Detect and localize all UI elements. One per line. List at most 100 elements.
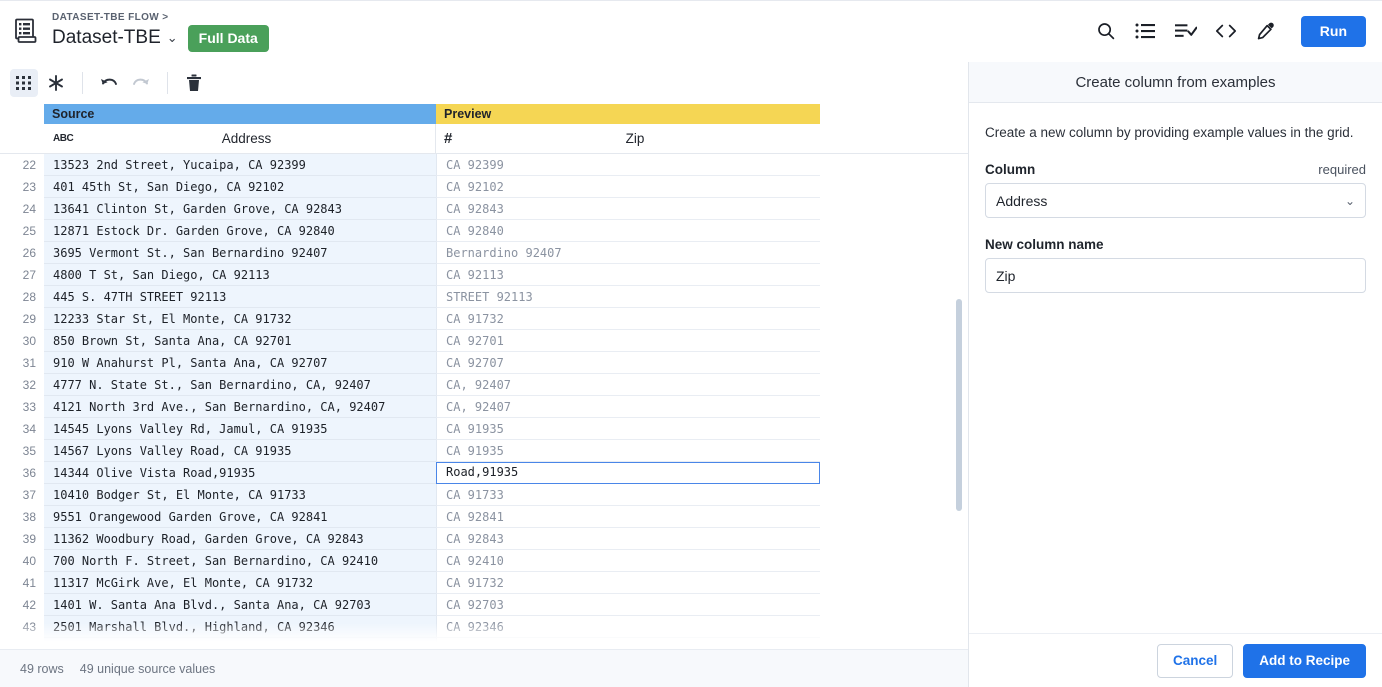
cell-source[interactable]: 9551 Orangewood Garden Grove, CA 92841 [44,506,436,528]
table-row[interactable]: 30850 Brown St, Santa Ana, CA 92701CA 92… [0,330,968,352]
cell-preview[interactable]: STREET 92113 [436,286,820,308]
grid-icon[interactable] [10,69,38,97]
table-row[interactable]: 2512871 Estock Dr. Garden Grove, CA 9284… [0,220,968,242]
cell-preview[interactable]: CA 91733 [436,484,820,506]
cell-preview[interactable]: CA 92841 [436,506,820,528]
band-source: Source [44,104,436,124]
cell-preview[interactable]: CA 92843 [436,198,820,220]
table-row[interactable]: 3514567 Lyons Valley Road, CA 91935CA 91… [0,440,968,462]
cell-source[interactable]: 2501 Marshall Blvd., Highland, CA 92346 [44,616,436,638]
new-column-name-input[interactable]: Zip [985,258,1366,293]
search-icon[interactable] [1095,20,1117,42]
cell-source[interactable]: 11362 Woodbury Road, Garden Grove, CA 92… [44,528,436,550]
list-check-icon[interactable] [1175,20,1197,42]
cell-source[interactable]: 700 North F. Street, San Bernardino, CA … [44,550,436,572]
cell-preview[interactable]: CA 92399 [436,154,820,176]
add-to-recipe-button[interactable]: Add to Recipe [1243,644,1366,678]
abc-type-icon: ABC [44,133,84,144]
table-row[interactable]: 4111317 McGirk Ave, El Monte, CA 91732CA… [0,572,968,594]
cell-source[interactable]: 10410 Bodger St, El Monte, CA 91733 [44,484,436,506]
panel-title: Create column from examples [969,62,1382,103]
cell-preview[interactable]: CA 92843 [436,528,820,550]
title-block: DATASET-TBE FLOW > Dataset-TBE ⌄ Full Da… [52,11,269,52]
cell-source[interactable]: 1401 W. Santa Ana Blvd., Santa Ana, CA 9… [44,594,436,616]
table-row[interactable]: 44404 E. 9th Street, San Bernardino, CA … [0,638,968,649]
cell-preview[interactable]: CA 92840 [436,220,820,242]
cell-preview[interactable]: CA 92410 [436,638,820,649]
cell-preview[interactable]: Bernardino 92407 [436,242,820,264]
toolbar-divider-2 [167,72,168,94]
column-header-address[interactable]: ABC Address [44,124,436,153]
eyedropper-icon[interactable] [1255,20,1277,42]
cell-preview[interactable]: CA 92701 [436,330,820,352]
table-row[interactable]: 2213523 2nd Street, Yucaipa, CA 92399CA … [0,154,968,176]
table-row[interactable]: 432501 Marshall Blvd., Highland, CA 9234… [0,616,968,638]
table-row[interactable]: 389551 Orangewood Garden Grove, CA 92841… [0,506,968,528]
table-row[interactable]: 28445 S. 47TH STREET 92113STREET 92113 [0,286,968,308]
table-row[interactable]: 40700 North F. Street, San Bernardino, C… [0,550,968,572]
table-row[interactable]: 23401 45th St, San Diego, CA 92102CA 921… [0,176,968,198]
cell-source[interactable]: 14567 Lyons Valley Road, CA 91935 [44,440,436,462]
cell-preview[interactable]: CA 92707 [436,352,820,374]
redo-icon[interactable] [127,69,155,97]
cell-source[interactable]: 445 S. 47TH STREET 92113 [44,286,436,308]
cell-source[interactable]: 4121 North 3rd Ave., San Bernardino, CA,… [44,396,436,418]
cell-source[interactable]: 4777 N. State St., San Bernardino, CA, 9… [44,374,436,396]
code-icon[interactable] [1215,20,1237,42]
asterisk-icon[interactable] [42,69,70,97]
cell-preview[interactable]: Road,91935 [436,462,820,484]
cell-source[interactable]: 13523 2nd Street, Yucaipa, CA 92399 [44,154,436,176]
cell-source[interactable]: 850 Brown St, Santa Ana, CA 92701 [44,330,436,352]
list-icon[interactable] [1135,20,1157,42]
table-row[interactable]: 3614344 Olive Vista Road,91935Road,91935 [0,462,968,484]
status-unique-count: 49 unique source values [80,662,216,676]
title-row: Dataset-TBE ⌄ Full Data [52,25,269,52]
table-row[interactable]: 263695 Vermont St., San Bernardino 92407… [0,242,968,264]
undo-icon[interactable] [95,69,123,97]
breadcrumb[interactable]: DATASET-TBE FLOW > [52,11,269,24]
cell-preview[interactable]: CA 91732 [436,572,820,594]
table-row[interactable]: 3414545 Lyons Valley Rd, Jamul, CA 91935… [0,418,968,440]
cell-preview[interactable]: CA 92703 [436,594,820,616]
table-row[interactable]: 274800 T St, San Diego, CA 92113CA 92113 [0,264,968,286]
table-row[interactable]: 2912233 Star St, El Monte, CA 91732CA 91… [0,308,968,330]
column-header-zip[interactable]: # Zip [436,124,820,153]
table-row[interactable]: 334121 North 3rd Ave., San Bernardino, C… [0,396,968,418]
cell-preview[interactable]: CA 91935 [436,418,820,440]
column-select[interactable]: Address ⌄ [985,183,1366,218]
table-row[interactable]: 31910 W Anahurst Pl, Santa Ana, CA 92707… [0,352,968,374]
cell-source[interactable]: 13641 Clinton St, Garden Grove, CA 92843 [44,198,436,220]
table-row[interactable]: 3911362 Woodbury Road, Garden Grove, CA … [0,528,968,550]
column-select-value: Address [996,193,1345,209]
table-row[interactable]: 324777 N. State St., San Bernardino, CA,… [0,374,968,396]
cell-preview[interactable]: CA 92113 [436,264,820,286]
cell-source[interactable]: 4800 T St, San Diego, CA 92113 [44,264,436,286]
cell-preview[interactable]: CA 92346 [436,616,820,638]
trash-icon[interactable] [180,69,208,97]
full-data-badge[interactable]: Full Data [188,25,269,52]
table-row[interactable]: 2413641 Clinton St, Garden Grove, CA 928… [0,198,968,220]
cell-source[interactable]: 11317 McGirk Ave, El Monte, CA 91732 [44,572,436,594]
cell-source[interactable]: 14344 Olive Vista Road,91935 [44,462,436,484]
cancel-button[interactable]: Cancel [1157,644,1233,678]
table-row[interactable]: 421401 W. Santa Ana Blvd., Santa Ana, CA… [0,594,968,616]
cell-preview[interactable]: CA, 92407 [436,396,820,418]
cell-preview[interactable]: CA, 92407 [436,374,820,396]
cell-preview[interactable]: CA 91935 [436,440,820,462]
cell-source[interactable]: 910 W Anahurst Pl, Santa Ana, CA 92707 [44,352,436,374]
panel-body: Create a new column by providing example… [969,103,1382,633]
cell-source[interactable]: 12233 Star St, El Monte, CA 91732 [44,308,436,330]
column-name-address: Address [84,131,435,146]
cell-source[interactable]: 14545 Lyons Valley Rd, Jamul, CA 91935 [44,418,436,440]
run-button[interactable]: Run [1301,16,1366,47]
cell-source[interactable]: 404 E. 9th Street, San Bernardino, CA 92… [44,638,436,649]
cell-preview[interactable]: CA 92410 [436,550,820,572]
cell-preview[interactable]: CA 92102 [436,176,820,198]
cell-preview[interactable]: CA 91732 [436,308,820,330]
cell-source[interactable]: 3695 Vermont St., San Bernardino 92407 [44,242,436,264]
chevron-down-icon[interactable]: ⌄ [167,30,178,46]
row-number: 28 [0,286,44,308]
cell-source[interactable]: 12871 Estock Dr. Garden Grove, CA 92840 [44,220,436,242]
table-row[interactable]: 3710410 Bodger St, El Monte, CA 91733CA … [0,484,968,506]
cell-source[interactable]: 401 45th St, San Diego, CA 92102 [44,176,436,198]
